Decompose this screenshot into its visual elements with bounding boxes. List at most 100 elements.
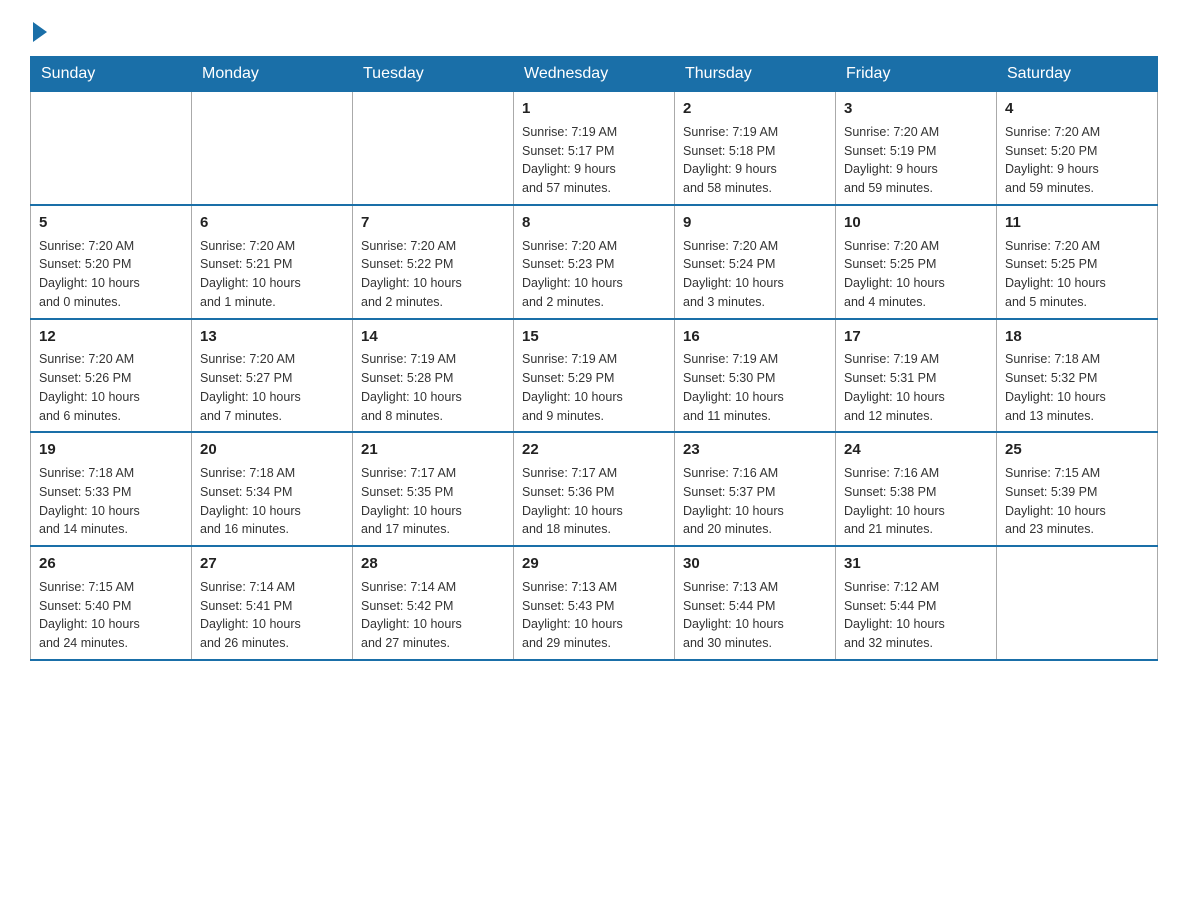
calendar-cell: 3Sunrise: 7:20 AM Sunset: 5:19 PM Daylig… [836, 92, 997, 205]
day-info: Sunrise: 7:20 AM Sunset: 5:23 PM Dayligh… [522, 237, 666, 312]
day-number: 9 [683, 212, 827, 234]
day-number: 24 [844, 439, 988, 461]
logo-arrow-icon [33, 22, 47, 42]
calendar-cell: 13Sunrise: 7:20 AM Sunset: 5:27 PM Dayli… [192, 319, 353, 433]
calendar-header: SundayMondayTuesdayWednesdayThursdayFrid… [31, 57, 1158, 92]
day-number: 6 [200, 212, 344, 234]
day-number: 20 [200, 439, 344, 461]
calendar-cell: 18Sunrise: 7:18 AM Sunset: 5:32 PM Dayli… [997, 319, 1158, 433]
logo [30, 20, 47, 38]
calendar-cell: 17Sunrise: 7:19 AM Sunset: 5:31 PM Dayli… [836, 319, 997, 433]
calendar-cell [192, 92, 353, 205]
day-info: Sunrise: 7:20 AM Sunset: 5:20 PM Dayligh… [1005, 123, 1149, 198]
day-info: Sunrise: 7:17 AM Sunset: 5:36 PM Dayligh… [522, 464, 666, 539]
calendar-cell: 8Sunrise: 7:20 AM Sunset: 5:23 PM Daylig… [514, 205, 675, 319]
calendar-cell: 30 Sunrise: 7:13 AM Sunset: 5:44 PM Dayli… [675, 546, 836, 660]
calendar-cell: 14Sunrise: 7:19 AM Sunset: 5:28 PM Dayli… [353, 319, 514, 433]
calendar-cell: 19 Sunrise: 7:18 AM Sunset: 5:33 PM Dayli… [31, 432, 192, 546]
day-info: Sunrise: 7:19 AM Sunset: 5:28 PM Dayligh… [361, 350, 505, 425]
day-number: 13 [200, 326, 344, 348]
day-info: Sunrise: 7:18 AM Sunset: 5:33 PM Dayligh… [39, 464, 183, 539]
calendar-cell [31, 92, 192, 205]
day-info: Sunrise: 7:20 AM Sunset: 5:21 PM Dayligh… [200, 237, 344, 312]
calendar-week-row: 5 Sunrise: 7:20 AM Sunset: 5:20 PM Daylig… [31, 205, 1158, 319]
weekday-header-sunday: Sunday [31, 57, 192, 92]
day-info: Sunrise: 7:19 AM Sunset: 5:31 PM Dayligh… [844, 350, 988, 425]
day-info: Sunrise: 7:17 AM Sunset: 5:35 PM Dayligh… [361, 464, 505, 539]
calendar-cell [997, 546, 1158, 660]
weekday-header-tuesday: Tuesday [353, 57, 514, 92]
calendar-week-row: 1Sunrise: 7:19 AM Sunset: 5:17 PM Daylig… [31, 92, 1158, 205]
day-number: 22 [522, 439, 666, 461]
day-number: 10 [844, 212, 988, 234]
calendar-week-row: 26 Sunrise: 7:15 AM Sunset: 5:40 PM Dayli… [31, 546, 1158, 660]
calendar-cell: 28 Sunrise: 7:14 AM Sunset: 5:42 PM Dayli… [353, 546, 514, 660]
day-info: Sunrise: 7:13 AM Sunset: 5:43 PM Dayligh… [522, 578, 666, 653]
calendar-cell: 7 Sunrise: 7:20 AM Sunset: 5:22 PM Daylig… [353, 205, 514, 319]
weekday-header-row: SundayMondayTuesdayWednesdayThursdayFrid… [31, 57, 1158, 92]
calendar-cell: 1Sunrise: 7:19 AM Sunset: 5:17 PM Daylig… [514, 92, 675, 205]
day-number: 2 [683, 98, 827, 120]
calendar-cell: 6 Sunrise: 7:20 AM Sunset: 5:21 PM Daylig… [192, 205, 353, 319]
calendar-cell: 22 Sunrise: 7:17 AM Sunset: 5:36 PM Dayli… [514, 432, 675, 546]
day-info: Sunrise: 7:14 AM Sunset: 5:41 PM Dayligh… [200, 578, 344, 653]
calendar-cell: 9Sunrise: 7:20 AM Sunset: 5:24 PM Daylig… [675, 205, 836, 319]
day-number: 26 [39, 553, 183, 575]
day-info: Sunrise: 7:20 AM Sunset: 5:20 PM Dayligh… [39, 237, 183, 312]
day-number: 12 [39, 326, 183, 348]
calendar-cell: 23 Sunrise: 7:16 AM Sunset: 5:37 PM Dayli… [675, 432, 836, 546]
calendar-cell [353, 92, 514, 205]
day-info: Sunrise: 7:19 AM Sunset: 5:30 PM Dayligh… [683, 350, 827, 425]
weekday-header-saturday: Saturday [997, 57, 1158, 92]
day-number: 30 [683, 553, 827, 575]
calendar-cell: 12Sunrise: 7:20 AM Sunset: 5:26 PM Dayli… [31, 319, 192, 433]
calendar-cell: 21 Sunrise: 7:17 AM Sunset: 5:35 PM Dayli… [353, 432, 514, 546]
calendar-cell: 26 Sunrise: 7:15 AM Sunset: 5:40 PM Dayli… [31, 546, 192, 660]
day-number: 16 [683, 326, 827, 348]
day-info: Sunrise: 7:15 AM Sunset: 5:39 PM Dayligh… [1005, 464, 1149, 539]
calendar-cell: 25Sunrise: 7:15 AM Sunset: 5:39 PM Dayli… [997, 432, 1158, 546]
calendar-body: 1Sunrise: 7:19 AM Sunset: 5:17 PM Daylig… [31, 92, 1158, 660]
day-info: Sunrise: 7:16 AM Sunset: 5:38 PM Dayligh… [844, 464, 988, 539]
calendar-cell: 2 Sunrise: 7:19 AM Sunset: 5:18 PM Daylig… [675, 92, 836, 205]
day-number: 21 [361, 439, 505, 461]
day-info: Sunrise: 7:20 AM Sunset: 5:25 PM Dayligh… [844, 237, 988, 312]
calendar-cell: 4 Sunrise: 7:20 AM Sunset: 5:20 PM Daylig… [997, 92, 1158, 205]
day-info: Sunrise: 7:14 AM Sunset: 5:42 PM Dayligh… [361, 578, 505, 653]
day-number: 18 [1005, 326, 1149, 348]
day-info: Sunrise: 7:18 AM Sunset: 5:34 PM Dayligh… [200, 464, 344, 539]
day-info: Sunrise: 7:20 AM Sunset: 5:26 PM Dayligh… [39, 350, 183, 425]
day-info: Sunrise: 7:13 AM Sunset: 5:44 PM Dayligh… [683, 578, 827, 653]
day-number: 5 [39, 212, 183, 234]
calendar-cell: 20 Sunrise: 7:18 AM Sunset: 5:34 PM Dayli… [192, 432, 353, 546]
day-number: 31 [844, 553, 988, 575]
calendar-cell: 27Sunrise: 7:14 AM Sunset: 5:41 PM Dayli… [192, 546, 353, 660]
calendar-cell: 24 Sunrise: 7:16 AM Sunset: 5:38 PM Dayli… [836, 432, 997, 546]
day-number: 28 [361, 553, 505, 575]
day-number: 19 [39, 439, 183, 461]
calendar-cell: 11Sunrise: 7:20 AM Sunset: 5:25 PM Dayli… [997, 205, 1158, 319]
day-info: Sunrise: 7:15 AM Sunset: 5:40 PM Dayligh… [39, 578, 183, 653]
weekday-header-wednesday: Wednesday [514, 57, 675, 92]
day-number: 4 [1005, 98, 1149, 120]
day-info: Sunrise: 7:19 AM Sunset: 5:18 PM Dayligh… [683, 123, 827, 198]
calendar-cell: 15Sunrise: 7:19 AM Sunset: 5:29 PM Dayli… [514, 319, 675, 433]
page-header [30, 20, 1158, 38]
weekday-header-friday: Friday [836, 57, 997, 92]
calendar-cell: 16Sunrise: 7:19 AM Sunset: 5:30 PM Dayli… [675, 319, 836, 433]
day-number: 15 [522, 326, 666, 348]
day-number: 17 [844, 326, 988, 348]
day-number: 7 [361, 212, 505, 234]
weekday-header-thursday: Thursday [675, 57, 836, 92]
day-number: 23 [683, 439, 827, 461]
day-info: Sunrise: 7:20 AM Sunset: 5:22 PM Dayligh… [361, 237, 505, 312]
day-info: Sunrise: 7:19 AM Sunset: 5:29 PM Dayligh… [522, 350, 666, 425]
day-info: Sunrise: 7:12 AM Sunset: 5:44 PM Dayligh… [844, 578, 988, 653]
calendar-table: SundayMondayTuesdayWednesdayThursdayFrid… [30, 56, 1158, 661]
day-number: 29 [522, 553, 666, 575]
day-info: Sunrise: 7:18 AM Sunset: 5:32 PM Dayligh… [1005, 350, 1149, 425]
day-info: Sunrise: 7:16 AM Sunset: 5:37 PM Dayligh… [683, 464, 827, 539]
calendar-cell: 10 Sunrise: 7:20 AM Sunset: 5:25 PM Dayli… [836, 205, 997, 319]
day-number: 14 [361, 326, 505, 348]
calendar-week-row: 19 Sunrise: 7:18 AM Sunset: 5:33 PM Dayli… [31, 432, 1158, 546]
